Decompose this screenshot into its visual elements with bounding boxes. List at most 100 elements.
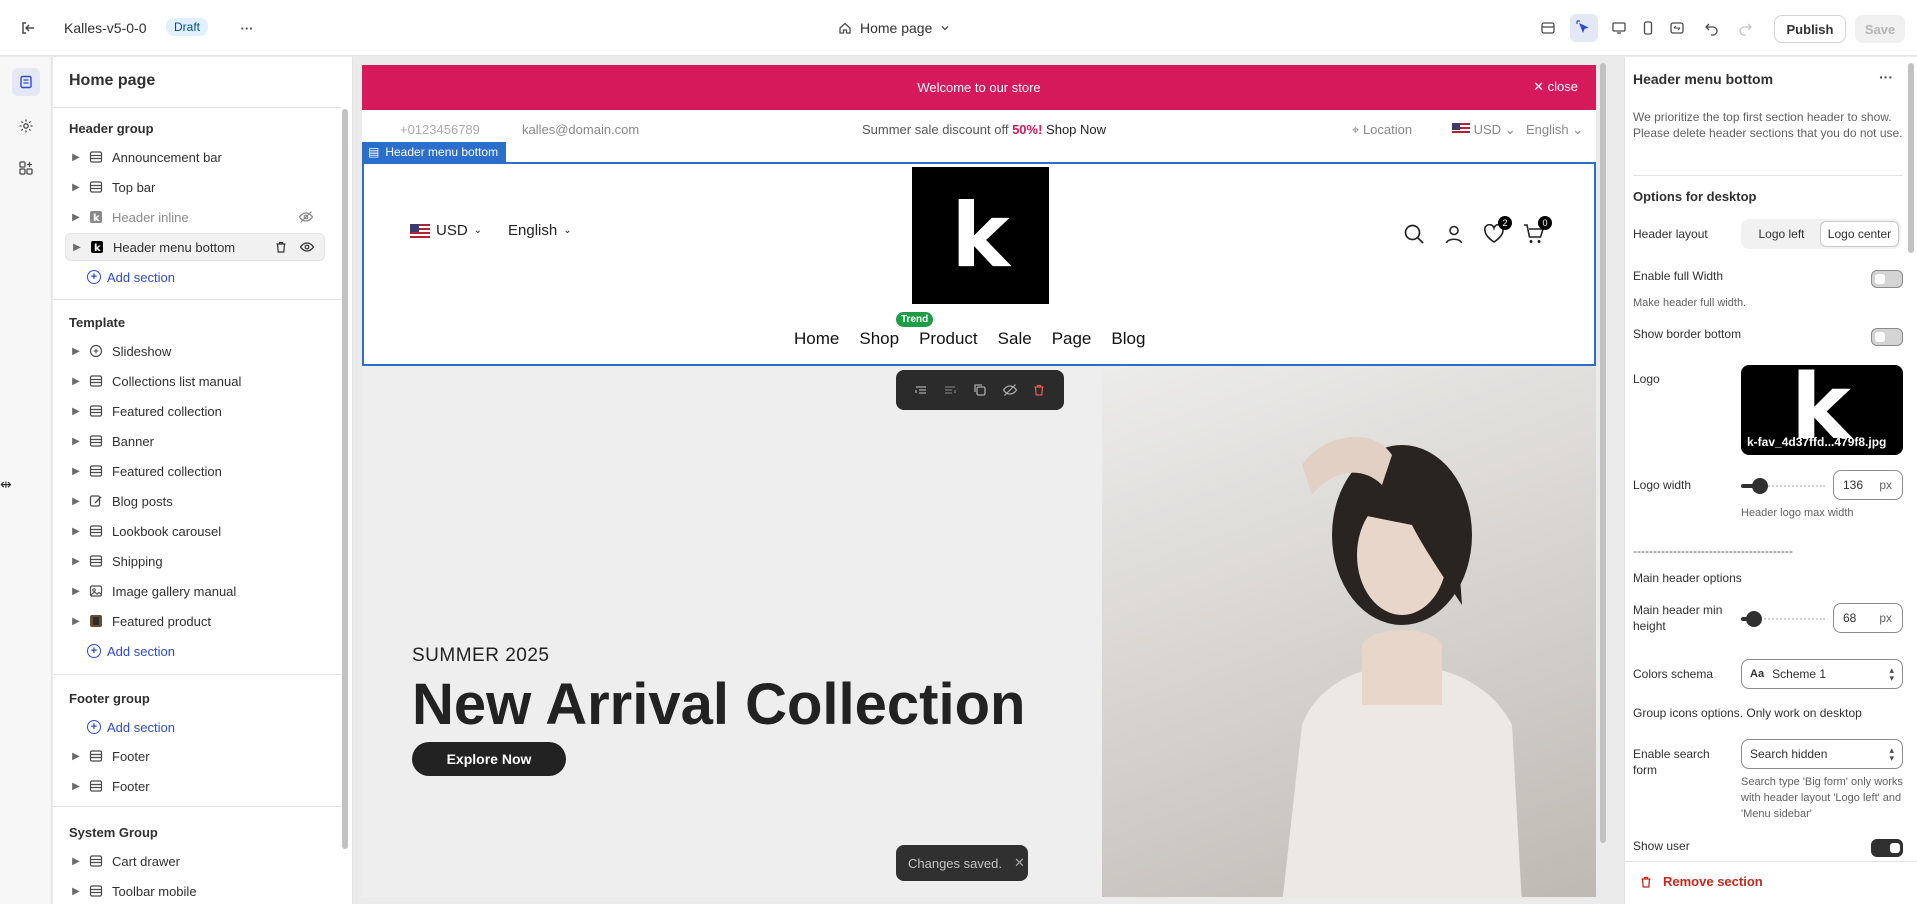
chevron-right-icon[interactable]: ▶ [68, 182, 84, 193]
remove-section-button[interactable]: Remove section [1639, 874, 1763, 889]
section-item-lookbook-carousel[interactable]: ▶ Lookbook carousel [65, 517, 325, 545]
nav-home[interactable]: Home [794, 329, 839, 349]
search-form-select[interactable]: Search hidden ▴ ▾ [1741, 739, 1903, 769]
border-bottom-toggle[interactable] [1871, 328, 1903, 346]
chevron-right-icon[interactable]: ▶ [68, 586, 84, 597]
chevron-right-icon[interactable]: ▶ [68, 152, 84, 163]
section-item-collections-list-manual[interactable]: ▶ Collections list manual [65, 367, 325, 395]
section-item-header-inline[interactable]: ▶ k Header inline [65, 203, 325, 231]
add-section-button[interactable]: + Add section [87, 717, 175, 737]
section-item-featured-collection-2[interactable]: ▶ Featured collection [65, 457, 325, 485]
section-item-header-menu-bottom[interactable]: ▶ k Header menu bottom [65, 233, 325, 261]
theme-store-icon[interactable] [1534, 14, 1562, 42]
announcement-close[interactable]: ✕ close [1533, 79, 1578, 95]
header-layout-logo-left[interactable]: Logo left [1743, 221, 1820, 247]
delete-icon[interactable] [272, 238, 290, 256]
chevron-right-icon[interactable]: ▶ [68, 376, 84, 387]
section-item-blog-posts[interactable]: ▶ Blog posts [65, 487, 325, 515]
hide-icon[interactable] [1001, 381, 1019, 399]
show-user-toggle[interactable] [1871, 839, 1903, 857]
section-item-footer-2[interactable]: ▶ Footer [65, 772, 325, 800]
inspector-icon[interactable] [1570, 14, 1598, 42]
delete-icon[interactable] [1030, 381, 1048, 399]
topline-language[interactable]: English ⌄ [1526, 122, 1583, 138]
header-menu-bottom-preview[interactable]: USD ⌄ English ⌄ k Trend Home Shop Produc… [362, 162, 1596, 366]
section-item-image-gallery-manual[interactable]: ▶ Image gallery manual [65, 577, 325, 605]
section-item-slideshow[interactable]: ▶ Slideshow [65, 337, 325, 365]
hidden-eye-icon[interactable] [297, 208, 315, 226]
user-icon[interactable] [1442, 222, 1466, 246]
undo-icon[interactable] [1698, 14, 1726, 42]
chevron-right-icon[interactable]: ▶ [68, 406, 84, 417]
chevron-right-icon[interactable]: ▶ [68, 346, 84, 357]
store-preview[interactable]: Welcome to our store ✕ close +0123456789… [362, 65, 1596, 897]
section-item-cart-drawer[interactable]: ▶ Cart drawer [65, 847, 325, 875]
section-item-shipping[interactable]: ▶ Shipping [65, 547, 325, 575]
logo-width-input[interactable]: 136 px [1833, 470, 1903, 500]
duplicate-icon[interactable] [971, 381, 989, 399]
chevron-right-icon[interactable]: ▶ [68, 751, 84, 762]
visibility-eye-icon[interactable] [298, 238, 316, 256]
apps-icon[interactable] [12, 154, 40, 182]
header-currency-selector[interactable]: USD ⌄ [410, 222, 482, 239]
chevron-right-icon[interactable]: ▶ [68, 496, 84, 507]
preview-scrollbar[interactable] [1600, 63, 1606, 843]
chevron-right-icon[interactable]: ▶ [68, 616, 84, 627]
nav-product[interactable]: Product [919, 329, 978, 349]
topline-currency[interactable]: USD ⌄ [1452, 122, 1516, 138]
explore-now-button[interactable]: Explore Now [412, 742, 566, 776]
section-item-banner[interactable]: ▶ Banner [65, 427, 325, 455]
mobile-view-icon[interactable] [1634, 14, 1662, 42]
section-item-toolbar-mobile[interactable]: ▶ Toolbar mobile [65, 877, 325, 904]
chevron-right-icon[interactable]: ▶ [68, 436, 84, 447]
min-height-slider-knob[interactable] [1745, 611, 1762, 627]
chevron-right-icon[interactable]: ▶ [68, 781, 84, 792]
chevron-right-icon[interactable]: ▶ [68, 466, 84, 477]
search-icon[interactable] [1402, 222, 1426, 246]
chevron-right-icon[interactable]: ▶ [68, 556, 84, 567]
min-height-input[interactable]: 68 px [1833, 603, 1903, 633]
location-link[interactable]: ⌖ Location [1352, 122, 1412, 138]
logo-width-slider[interactable] [1741, 478, 1825, 494]
section-item-featured-product[interactable]: ▶ Featured product [65, 607, 325, 635]
close-icon[interactable]: ✕ [1014, 855, 1025, 871]
section-item-announcement-bar[interactable]: ▶ Announcement bar [65, 143, 325, 171]
store-logo[interactable]: k [912, 167, 1049, 304]
min-height-slider[interactable] [1741, 611, 1825, 627]
wishlist-icon[interactable]: 2 [1482, 216, 1512, 246]
full-width-view-icon[interactable] [1663, 14, 1691, 42]
section-item-top-bar[interactable]: ▶ Top bar [65, 173, 325, 201]
more-options-icon[interactable]: ··· [1879, 69, 1893, 85]
desktop-view-icon[interactable] [1605, 14, 1633, 42]
header-language-selector[interactable]: English ⌄ [508, 222, 572, 239]
full-width-toggle[interactable] [1871, 270, 1903, 288]
chevron-right-icon[interactable]: ▶ [68, 856, 84, 867]
logo-image-picker[interactable]: k k-fav_4d37ffd...479f8.jpg [1741, 365, 1903, 455]
nav-blog[interactable]: Blog [1111, 329, 1145, 349]
section-item-footer[interactable]: ▶ Footer [65, 742, 325, 770]
promo-link[interactable]: Shop Now [1046, 122, 1106, 137]
nav-shop[interactable]: Shop [859, 329, 899, 349]
left-scrollbar[interactable] [342, 109, 348, 849]
header-layout-logo-center[interactable]: Logo center [1820, 221, 1899, 247]
nav-page[interactable]: Page [1052, 329, 1092, 349]
colors-schema-select[interactable]: Aa Scheme 1 ▴ ▾ [1741, 659, 1903, 689]
chevron-right-icon[interactable]: ▶ [68, 526, 84, 537]
chevron-right-icon[interactable]: ▶ [69, 242, 85, 253]
chevron-right-icon[interactable]: ▶ [68, 886, 84, 897]
nav-sale[interactable]: Sale [998, 329, 1032, 349]
chevron-right-icon[interactable]: ▶ [68, 212, 84, 223]
announcement-bar[interactable]: Welcome to our store ✕ close [362, 65, 1596, 110]
page-selector[interactable]: Home page [838, 17, 950, 39]
add-section-button[interactable]: + Add section [87, 267, 175, 287]
redo-icon[interactable] [1731, 14, 1759, 42]
exit-icon[interactable] [18, 18, 38, 38]
logo-width-slider-knob[interactable] [1752, 478, 1769, 494]
save-button[interactable]: Save [1855, 15, 1905, 43]
add-section-button[interactable]: + Add section [87, 641, 175, 661]
cart-icon[interactable]: 0 [1522, 216, 1552, 246]
move-up-icon[interactable] [912, 381, 930, 399]
sections-icon[interactable] [12, 68, 40, 96]
more-actions-icon[interactable]: ··· [236, 17, 258, 39]
settings-scrollbar[interactable] [1908, 63, 1914, 253]
